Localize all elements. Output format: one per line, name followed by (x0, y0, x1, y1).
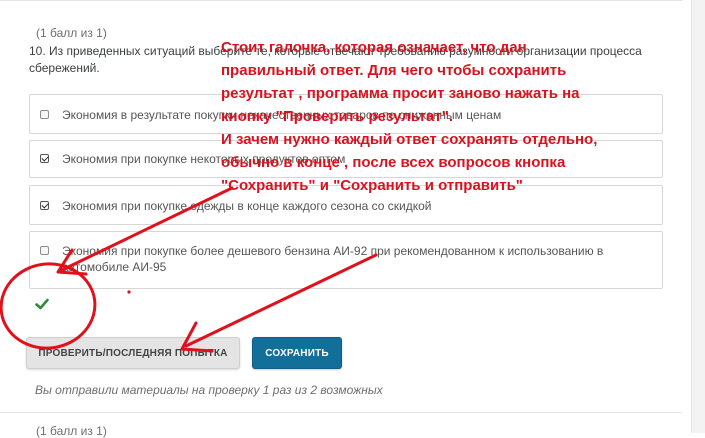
answer-checkbox-4[interactable] (40, 246, 49, 255)
top-divider (0, 0, 682, 1)
question-points: (1 балл из 1) (36, 26, 107, 40)
check-icon (35, 298, 49, 310)
annotation-dot (127, 290, 131, 294)
scrollbar[interactable] (691, 0, 705, 433)
next-question-points: (1 балл из 1) (36, 424, 107, 438)
answer-option-4[interactable]: Экономия при покупке более дешевого бенз… (29, 231, 663, 289)
answer-checkbox-3[interactable] (40, 201, 49, 210)
save-button[interactable]: СОХРАНИТЬ (252, 337, 342, 369)
answer-label-3: Экономия при покупке одежды в конце кажд… (62, 199, 432, 213)
attempts-status: Вы отправили материалы на проверку 1 раз… (35, 383, 383, 397)
answer-label-4: Экономия при покупке более дешевого бенз… (62, 244, 604, 274)
check-last-attempt-button[interactable]: ПРОВЕРИТЬ/ПОСЛЕДНЯЯ ПОПЫТКА (26, 337, 240, 369)
annotation-text: Стоит галочка, которая означает, что дан… (221, 39, 598, 194)
answer-checkbox-2[interactable] (40, 154, 49, 163)
answer-checkbox-1[interactable] (40, 110, 49, 119)
bottom-divider (0, 412, 682, 413)
